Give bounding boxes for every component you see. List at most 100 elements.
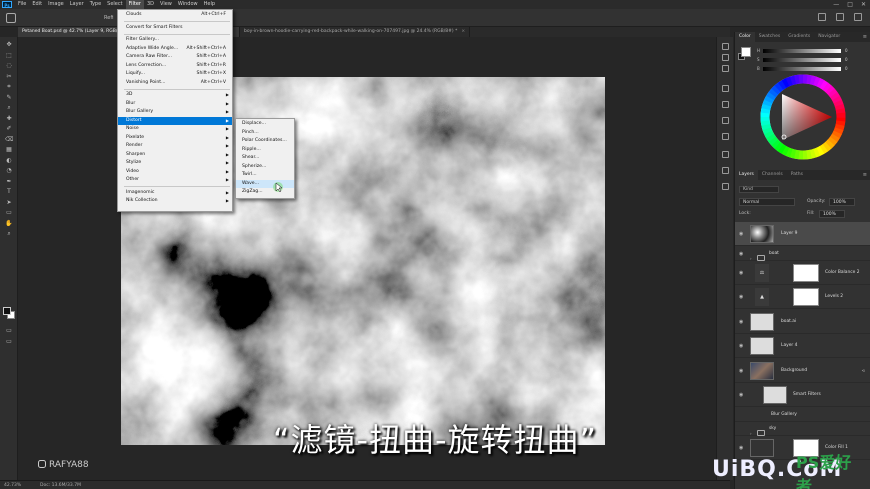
hue-ring-segment[interactable] xyxy=(829,133,840,143)
filter-menu-camera-raw-filter[interactable]: Camera Raw Filter... Shift+Ctrl+A xyxy=(118,53,232,62)
document-tab[interactable]: boy-in-brown-hoodie-carrying-red-backpac… xyxy=(240,27,471,37)
eye-icon[interactable]: ◉ xyxy=(739,231,743,237)
panel-menu-icon[interactable]: ≡ xyxy=(863,32,867,42)
menu-image[interactable]: Image xyxy=(45,0,67,9)
distort-wave[interactable]: Wave... xyxy=(236,179,294,188)
hue-ring-segment[interactable] xyxy=(825,85,836,96)
hue-ring-segment[interactable] xyxy=(793,149,800,160)
layer-row[interactable]: ◉ ⟲ Background xyxy=(735,359,870,383)
eye-icon[interactable]: ◉ xyxy=(739,270,743,276)
menu-file[interactable]: File xyxy=(15,0,29,9)
foreground-color-chip[interactable] xyxy=(741,47,751,57)
close-window-button[interactable]: ✕ xyxy=(861,0,866,9)
filter-menu-convert-for-smart-filters[interactable]: Convert for Smart Filters xyxy=(118,24,232,33)
zoom-level[interactable]: 42.73% xyxy=(4,481,21,489)
hue-ring-segment[interactable] xyxy=(809,148,817,159)
hue-ring-segment[interactable] xyxy=(785,76,794,87)
filter-menu-imagenomic[interactable]: Imagenomic ▶ xyxy=(118,189,232,198)
adjustments-icon[interactable] xyxy=(722,65,729,72)
layer-row[interactable]: ◉ Layer 4 xyxy=(735,334,870,358)
color-wheel[interactable] xyxy=(760,74,846,160)
blur-tool-icon[interactable]: ◐ xyxy=(5,157,13,164)
tool-preset-icon[interactable] xyxy=(6,13,16,23)
hue-ring-segment[interactable] xyxy=(816,78,825,89)
frame-tool-icon[interactable]: ⌗ xyxy=(5,83,13,90)
distort-spherize[interactable]: Spherize... xyxy=(236,163,294,172)
layer-row[interactable]: ◉ ▲ Levels 2 xyxy=(735,285,870,309)
layer-row[interactable]: ◉ › boat xyxy=(735,247,870,261)
hue-ring-segment[interactable] xyxy=(781,77,790,89)
screen-mode-icon[interactable]: ▭ xyxy=(5,338,13,345)
hue-ring-segment[interactable] xyxy=(781,145,790,156)
hue-ring-segment[interactable] xyxy=(833,99,844,108)
eraser-tool-icon[interactable]: ⌫ xyxy=(5,136,13,143)
filter-menu-adaptive-wide-angle[interactable]: Adaptive Wide Angle... Alt+Shift+Ctrl+A xyxy=(118,45,232,54)
color-slider-s[interactable]: S0 xyxy=(757,57,855,63)
refine-edge-label[interactable]: Refi xyxy=(104,15,113,21)
hue-ring-segment[interactable] xyxy=(831,95,843,104)
hue-ring-segment[interactable] xyxy=(824,139,835,150)
layer-row[interactable]: ◉ Smart Filters xyxy=(735,383,870,407)
eye-icon[interactable]: ◉ xyxy=(739,319,743,325)
tab-color[interactable]: Color xyxy=(735,32,755,42)
hue-ring-segment[interactable] xyxy=(789,75,797,86)
hue-ring-segment[interactable] xyxy=(834,103,845,111)
hue-ring-segment[interactable] xyxy=(813,76,821,87)
hue-ring-segment[interactable] xyxy=(816,145,825,157)
hue-ring-segment[interactable] xyxy=(768,136,779,146)
hue-ring-segment[interactable] xyxy=(827,88,838,98)
tab-gradients[interactable]: Gradients xyxy=(784,32,814,42)
color-slider-b[interactable]: B0 xyxy=(757,66,855,72)
zoom-tool-icon[interactable]: ⌕ xyxy=(5,230,13,237)
hue-ring-segment[interactable] xyxy=(830,92,841,101)
distort-zigzag[interactable]: ZigZag... xyxy=(236,188,294,197)
menu-type[interactable]: Type xyxy=(87,0,104,9)
filter-menu-video[interactable]: Video ▶ xyxy=(118,168,232,177)
clone-tool-icon[interactable]: ✐ xyxy=(5,125,13,132)
edit-quickmask-icon[interactable]: ▭ xyxy=(5,327,13,334)
hue-ring-segment[interactable] xyxy=(831,130,842,139)
maximize-button[interactable]: □ xyxy=(847,0,853,9)
filter-menu-stylize[interactable]: Stylize ▶ xyxy=(118,159,232,168)
slider-track[interactable] xyxy=(763,67,841,71)
paragraph-icon[interactable] xyxy=(722,133,729,140)
distort-displace[interactable]: Displace... xyxy=(236,120,294,129)
history-icon[interactable] xyxy=(722,43,729,50)
hue-ring-segment[interactable] xyxy=(762,126,773,135)
hue-ring-segment[interactable] xyxy=(771,84,782,95)
filter-menu-vanishing-point[interactable]: Vanishing Point... Alt+Ctrl+V xyxy=(118,79,232,88)
blend-mode-select[interactable]: Normal xyxy=(739,198,795,206)
hue-ring-segment[interactable] xyxy=(833,127,844,135)
hand-tool-icon[interactable]: ✋ xyxy=(5,220,13,227)
hue-ring-segment[interactable] xyxy=(768,88,779,98)
tab-layers[interactable]: Layers xyxy=(735,170,758,180)
eyedropper-tool-icon[interactable]: ✎ xyxy=(5,94,13,101)
glyphs-icon[interactable] xyxy=(722,151,729,158)
panel-icon[interactable] xyxy=(722,183,729,190)
hue-ring-segment[interactable] xyxy=(834,123,845,131)
layers-menu-icon[interactable]: ≡ xyxy=(863,170,867,180)
hue-ring-segment[interactable] xyxy=(760,107,771,114)
pen-tool-icon[interactable]: ✒ xyxy=(5,178,13,185)
minimize-button[interactable]: — xyxy=(833,0,839,9)
filter-menu-noise[interactable]: Noise ▶ xyxy=(118,125,232,134)
eye-icon[interactable]: ◉ xyxy=(739,294,743,300)
distort-ripple[interactable]: Ripple... xyxy=(236,146,294,155)
character-icon[interactable] xyxy=(722,117,729,124)
hue-ring-segment[interactable] xyxy=(806,74,813,85)
filter-menu-distort[interactable]: Distort ▶ xyxy=(118,116,232,125)
hue-ring-segment[interactable] xyxy=(777,143,787,154)
slider-track[interactable] xyxy=(763,49,841,53)
layer-row[interactable]: ◉ Layer 9 xyxy=(735,222,870,246)
hue-ring-segment[interactable] xyxy=(763,130,775,139)
slider-value[interactable]: 0 xyxy=(845,66,855,72)
opacity-input[interactable]: 100% xyxy=(829,198,855,206)
filter-menu-blur[interactable]: Blur ▶ xyxy=(118,100,232,109)
share-icon[interactable] xyxy=(854,13,862,21)
slider-track[interactable] xyxy=(763,58,841,62)
tab-close-icon[interactable]: × xyxy=(461,29,465,34)
filter-menu-nik-collection[interactable]: Nik Collection ▶ xyxy=(118,197,232,206)
slider-value[interactable]: 0 xyxy=(845,57,855,63)
distort-shear[interactable]: Shear... xyxy=(236,154,294,163)
actions-icon[interactable] xyxy=(722,167,729,174)
